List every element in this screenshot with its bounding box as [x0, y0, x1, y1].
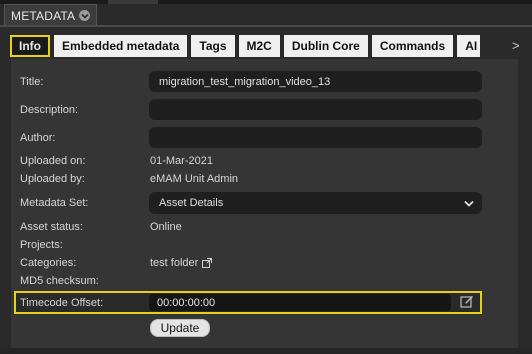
external-link-icon[interactable] — [202, 258, 213, 269]
md5-checksum-label: MD5 checksum: — [20, 275, 99, 287]
dropdown-chevron-icon — [464, 200, 474, 207]
categories-value: test folder — [150, 257, 213, 269]
chevron-down-icon[interactable] — [79, 10, 91, 21]
bottom-edge — [0, 348, 532, 354]
uploaded-on-label: Uploaded on: — [20, 155, 86, 167]
description-label: Description: — [20, 104, 79, 116]
tabs-scroll-right-button[interactable]: > — [512, 38, 520, 53]
edit-icon[interactable] — [460, 295, 474, 309]
tab-bar: Info Embedded metadata Tags M2C Dublin C… — [10, 35, 481, 57]
uploaded-on-value: 01-Mar-2021 — [150, 155, 213, 167]
metadata-set-label: Metadata Set: — [20, 197, 89, 209]
tab-m2c[interactable]: M2C — [238, 35, 280, 57]
author-field[interactable] — [149, 127, 482, 148]
asset-status-value: Online — [150, 221, 182, 233]
timecode-offset-label: Timecode Offset: — [20, 297, 104, 309]
top-strip-tab — [108, 0, 158, 4]
tab-tags[interactable]: Tags — [191, 35, 235, 57]
tab-label: Commands — [379, 39, 446, 53]
uploaded-by-value: eMAM Unit Admin — [150, 173, 239, 185]
tab-label: Tags — [199, 39, 227, 53]
description-field[interactable] — [149, 99, 482, 120]
panel-title: METADATA — [11, 8, 76, 23]
tab-info[interactable]: Info — [10, 35, 50, 57]
categories-label: Categories: — [20, 257, 77, 269]
categories-link[interactable]: test folder — [150, 257, 198, 269]
title-label: Title: — [20, 76, 44, 88]
timecode-offset-field[interactable]: 00:00:00:00 — [149, 294, 451, 311]
uploaded-by-label: Uploaded by: — [20, 173, 85, 185]
asset-status-label: Asset status: — [20, 221, 83, 233]
metadata-set-select[interactable]: Asset Details — [149, 192, 482, 214]
tab-label: M2C — [246, 39, 272, 53]
projects-label: Projects: — [20, 239, 63, 251]
header-divider — [0, 25, 532, 27]
title-field[interactable]: migration_test_migration_video_13 — [149, 71, 482, 92]
tab-label: Info — [19, 39, 41, 53]
tab-dublin-core[interactable]: Dublin Core — [283, 35, 368, 57]
author-label: Author: — [20, 132, 56, 144]
tab-ai[interactable]: AI — [457, 35, 481, 57]
metadata-panel-tab[interactable]: METADATA — [4, 4, 98, 26]
tab-embedded-metadata[interactable]: Embedded metadata — [54, 35, 188, 57]
tab-label: Dublin Core — [291, 39, 360, 53]
tab-label: AI — [465, 39, 478, 53]
metadata-set-value: Asset Details — [159, 197, 224, 209]
update-button[interactable]: Update — [150, 319, 210, 337]
tab-commands[interactable]: Commands — [371, 35, 454, 57]
tab-label: Embedded metadata — [62, 39, 180, 53]
